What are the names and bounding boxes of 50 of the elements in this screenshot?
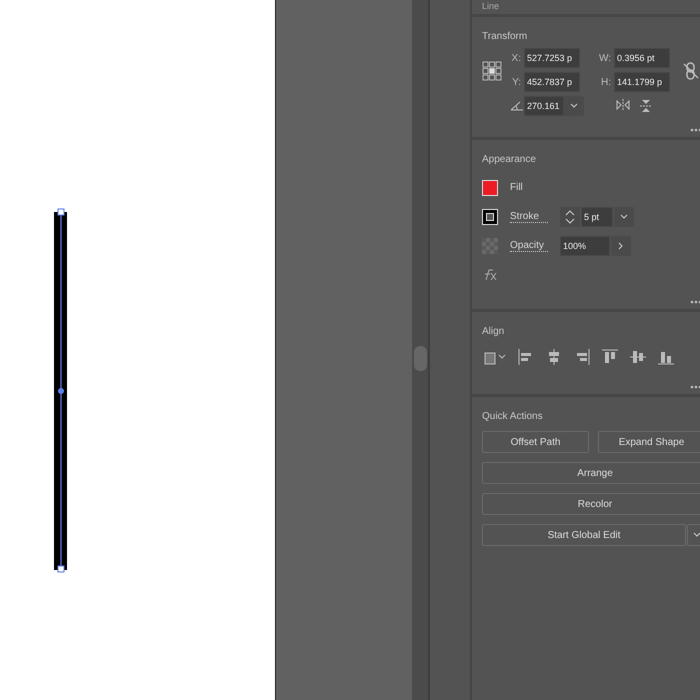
flip-vertical-icon[interactable] (640, 99, 652, 113)
section-title: Quick Actions (482, 410, 544, 422)
expand-button[interactable] (611, 236, 631, 256)
stroke-weight-field[interactable]: 5 pt (581, 206, 613, 226)
number-field[interactable]: 0.3956 pt (614, 48, 670, 68)
align-icon[interactable] (658, 349, 674, 365)
opacity-field[interactable]: 100% (560, 236, 610, 256)
number-field[interactable]: 527.7253 p (524, 48, 580, 68)
flip-horizontal-icon[interactable] (616, 99, 630, 111)
action-button[interactable]: Start Global Edit (482, 524, 686, 546)
unlinked-chain-icon[interactable] (683, 62, 699, 80)
number-field[interactable]: 141.1799 p (614, 72, 670, 92)
scrollbar[interactable] (412, 0, 430, 700)
more-options-icon[interactable] (690, 128, 700, 132)
stepper-button[interactable] (560, 206, 580, 226)
action-button[interactable]: Expand Shape (598, 431, 700, 453)
dropdown-button[interactable] (614, 206, 634, 226)
fill-label: Fill (510, 182, 523, 193)
reference-point-icon[interactable] (482, 61, 502, 81)
section-title: Appearance (482, 153, 537, 165)
align-icon[interactable] (546, 349, 562, 365)
angle-icon (510, 101, 524, 111)
field-label: H: (601, 76, 612, 88)
more-options-icon[interactable] (690, 385, 700, 389)
opacity-label[interactable]: Opacity (510, 240, 548, 252)
action-button[interactable]: Recolor (482, 493, 700, 515)
align-icon[interactable] (630, 349, 646, 365)
align-icon[interactable] (602, 349, 618, 365)
field-label: Y: (512, 76, 522, 88)
field-label: X: (512, 52, 522, 64)
action-button[interactable]: Offset Path (482, 431, 589, 453)
chevron-down-icon (620, 214, 628, 220)
align-icon[interactable] (518, 349, 534, 365)
angle-field[interactable]: 270.161 (524, 96, 564, 116)
fill-swatch[interactable] (482, 180, 498, 196)
action-button[interactable]: Arrange (482, 462, 700, 484)
chevron-down-icon (570, 103, 578, 109)
up-down-arrows-icon (565, 210, 575, 224)
dropdown-button[interactable] (564, 96, 584, 116)
more-options-icon[interactable] (690, 300, 700, 304)
chevron-right-icon (618, 242, 624, 250)
stroke-swatch-icon[interactable] (482, 208, 498, 224)
stroke-label[interactable]: Stroke (510, 210, 548, 222)
section-title: Transform (482, 30, 528, 42)
field-label: W: (598, 52, 612, 64)
section-title: Align (482, 325, 506, 337)
chevron-down-icon (693, 532, 700, 538)
align-icon[interactable] (574, 349, 590, 365)
number-field[interactable]: 452.7837 p (524, 72, 580, 92)
section-title: Line (482, 1, 500, 11)
